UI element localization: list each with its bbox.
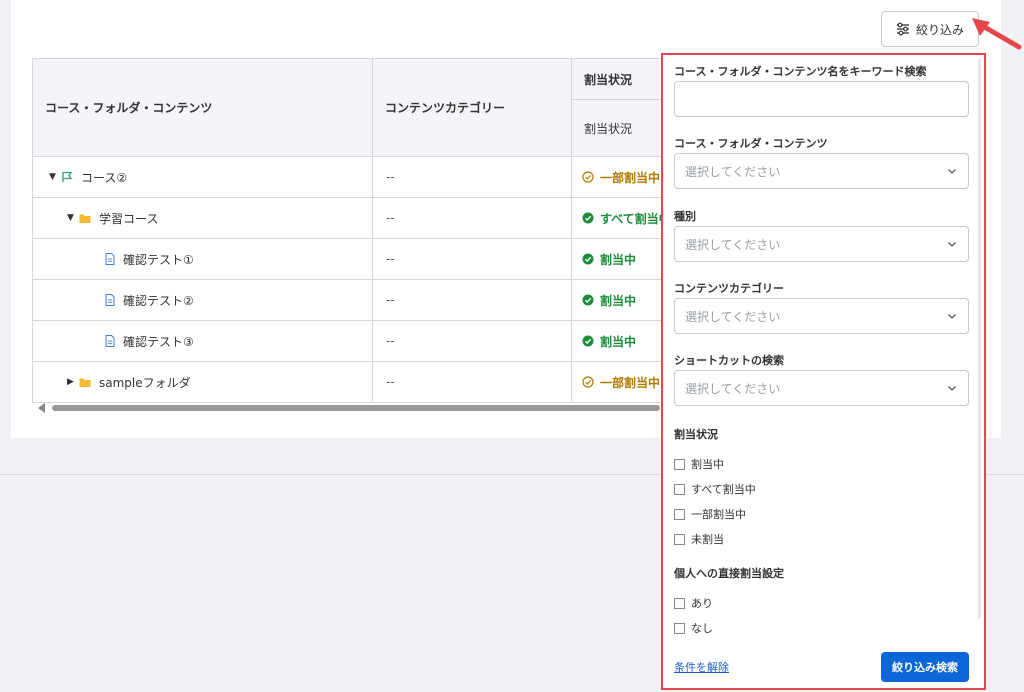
sliders-icon xyxy=(896,22,909,36)
check-circle-icon xyxy=(582,212,594,224)
filter-panel: コース・フォルダ・コンテンツ名をキーワード検索 コース・フォルダ・コンテンツ 選… xyxy=(661,53,986,690)
course-label: コース・フォルダ・コンテンツ xyxy=(674,137,828,150)
filter-button-label: 絞り込み xyxy=(915,22,964,37)
clear-conditions-link[interactable]: 条件を解除 xyxy=(674,659,729,675)
folder-icon xyxy=(79,378,91,387)
document-icon xyxy=(105,335,115,347)
content-table: コース・フォルダ・コンテンツ コンテンツカテゴリー 割当状況 割当状況 ▼ コー… xyxy=(32,58,692,403)
direct-assign-label: 個人への直接割当設定 xyxy=(674,567,784,580)
row-category: -- xyxy=(372,361,572,403)
checkbox[interactable] xyxy=(674,483,685,495)
filter-search-button[interactable]: 絞り込み検索 xyxy=(881,652,969,682)
row-name[interactable]: コース② xyxy=(81,169,127,186)
assign-option-label: 未割当 xyxy=(691,533,724,546)
category-select-placeholder: 選択してください xyxy=(685,309,781,324)
table-row[interactable]: ▼ 学習コース -- すべて割当中 xyxy=(32,197,692,239)
chevron-down-icon xyxy=(948,314,956,319)
caret-right-icon[interactable]: ▶ xyxy=(67,377,79,387)
header-name[interactable]: コース・フォルダ・コンテンツ xyxy=(32,58,373,157)
caret-down-icon[interactable]: ▼ xyxy=(67,213,79,223)
check-circle-icon xyxy=(582,335,594,347)
table-row[interactable]: 確認テスト① -- 割当中 xyxy=(32,238,692,280)
keyword-label: コース・フォルダ・コンテンツ名をキーワード検索 xyxy=(674,65,927,78)
checkbox[interactable] xyxy=(674,533,685,545)
category-label: コンテンツカテゴリー xyxy=(674,282,784,295)
table-row[interactable]: ▶ sampleフォルダ -- 一部割当中 xyxy=(32,361,692,403)
row-status: 割当中 xyxy=(600,334,637,349)
type-select-placeholder: 選択してください xyxy=(685,237,781,252)
document-icon xyxy=(105,294,115,306)
caret-down-icon[interactable]: ▼ xyxy=(49,172,61,182)
chevron-down-icon xyxy=(948,386,956,391)
table-row[interactable]: ▼ コース② -- 一部割当中 xyxy=(32,156,692,198)
checkbox[interactable] xyxy=(674,508,685,520)
partial-check-icon xyxy=(582,171,594,183)
assign-option-label: 割当中 xyxy=(691,458,724,471)
checkbox[interactable] xyxy=(674,622,685,634)
check-circle-icon xyxy=(582,294,594,306)
panel-scrollbar[interactable] xyxy=(978,59,981,619)
direct-option-label: なし xyxy=(691,622,713,635)
row-name[interactable]: sampleフォルダ xyxy=(99,374,191,391)
checkbox[interactable] xyxy=(674,458,685,470)
row-category: -- xyxy=(372,238,572,280)
shortcut-select-placeholder: 選択してください xyxy=(685,381,781,396)
checkbox[interactable] xyxy=(674,597,685,609)
row-category: -- xyxy=(372,197,572,239)
keyword-input[interactable] xyxy=(674,81,969,117)
course-select[interactable]: 選択してください xyxy=(674,153,969,189)
partial-check-icon xyxy=(582,376,594,388)
assign-option[interactable]: 割当中 xyxy=(674,456,724,472)
chevron-down-icon xyxy=(948,242,956,247)
row-status: 割当中 xyxy=(600,293,637,308)
pointer-arrow-icon xyxy=(972,18,1022,50)
assign-status-label: 割当状況 xyxy=(674,428,718,441)
chevron-down-icon xyxy=(948,169,956,174)
type-label: 種別 xyxy=(674,210,696,223)
table-row[interactable]: 確認テスト③ -- 割当中 xyxy=(32,320,692,362)
type-select[interactable]: 選択してください xyxy=(674,226,969,262)
document-icon xyxy=(105,253,115,265)
direct-option[interactable]: なし xyxy=(674,620,713,636)
row-status: 一部割当中 xyxy=(600,375,661,390)
row-status: 一部割当中 xyxy=(600,170,661,185)
row-category: -- xyxy=(372,320,572,362)
direct-option[interactable]: あり xyxy=(674,595,713,611)
assign-option-label: 一部割当中 xyxy=(691,508,746,521)
row-name[interactable]: 学習コース xyxy=(99,210,158,227)
row-category: -- xyxy=(372,279,572,321)
direct-option-label: あり xyxy=(691,597,713,610)
table-row[interactable]: 確認テスト② -- 割当中 xyxy=(32,279,692,321)
scrollbar-thumb[interactable] xyxy=(52,405,660,411)
scroll-left-icon[interactable] xyxy=(38,403,45,413)
assign-option[interactable]: 一部割当中 xyxy=(674,506,746,522)
row-name[interactable]: 確認テスト③ xyxy=(123,333,194,350)
check-circle-icon xyxy=(582,253,594,265)
horizontal-scrollbar[interactable] xyxy=(36,403,660,413)
row-status: 割当中 xyxy=(600,252,637,267)
row-name[interactable]: 確認テスト① xyxy=(123,251,194,268)
header-category[interactable]: コンテンツカテゴリー xyxy=(372,58,572,157)
assign-option[interactable]: すべて割当中 xyxy=(674,481,756,497)
shortcut-label: ショートカットの検索 xyxy=(674,354,784,367)
flag-icon xyxy=(62,171,73,182)
assign-option-label: すべて割当中 xyxy=(691,483,756,496)
category-select[interactable]: 選択してください xyxy=(674,298,969,334)
row-name[interactable]: 確認テスト② xyxy=(123,292,194,309)
row-category: -- xyxy=(372,156,572,198)
course-select-placeholder: 選択してください xyxy=(685,164,781,179)
assign-option[interactable]: 未割当 xyxy=(674,531,724,547)
shortcut-select[interactable]: 選択してください xyxy=(674,370,969,406)
folder-icon xyxy=(79,214,91,223)
